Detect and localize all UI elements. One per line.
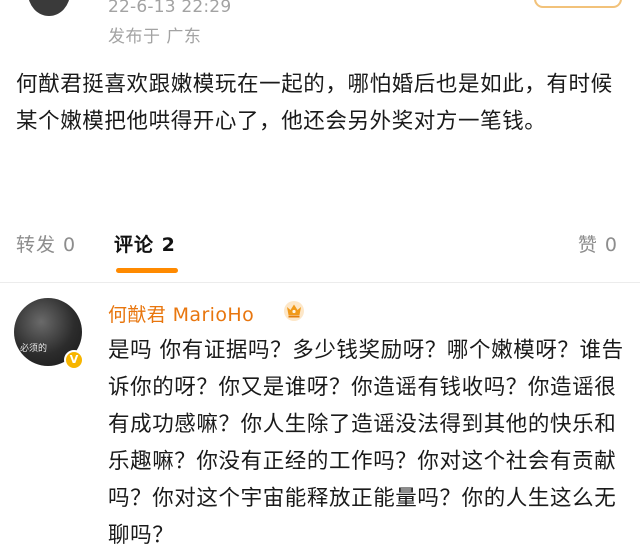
crown-icon bbox=[284, 301, 304, 321]
tab-repost[interactable]: 转发 0 bbox=[16, 230, 76, 257]
tab-comment[interactable]: 评论 2 bbox=[114, 230, 176, 257]
post-timestamp: 22-6-13 22:29 bbox=[108, 0, 232, 17]
post-body: 何猷君挺喜欢跟嫩模玩在一起的，哪怕婚后也是如此，有时候某个嫩模把他哄得开心了，他… bbox=[16, 72, 613, 134]
comment-text: 是吗 你有证据吗？多少钱奖励呀？哪个嫩模呀？谁告诉你的呀？你又是谁呀？你造谣有钱… bbox=[108, 338, 624, 548]
section-divider bbox=[0, 282, 640, 283]
tab-like[interactable]: 赞 0 bbox=[578, 230, 618, 257]
post-location: 发布于 广东 bbox=[108, 27, 202, 47]
active-tab-indicator bbox=[116, 268, 178, 273]
post-author-avatar[interactable] bbox=[28, 0, 70, 16]
verified-icon: V bbox=[64, 350, 84, 370]
post-tabs: 转发 0 评论 2 赞 0 bbox=[0, 222, 640, 278]
follow-button[interactable] bbox=[534, 0, 622, 8]
avatar-caption: 必须的 bbox=[20, 344, 48, 354]
comment-author-name[interactable]: 何猷君 MarioHo bbox=[108, 300, 254, 327]
